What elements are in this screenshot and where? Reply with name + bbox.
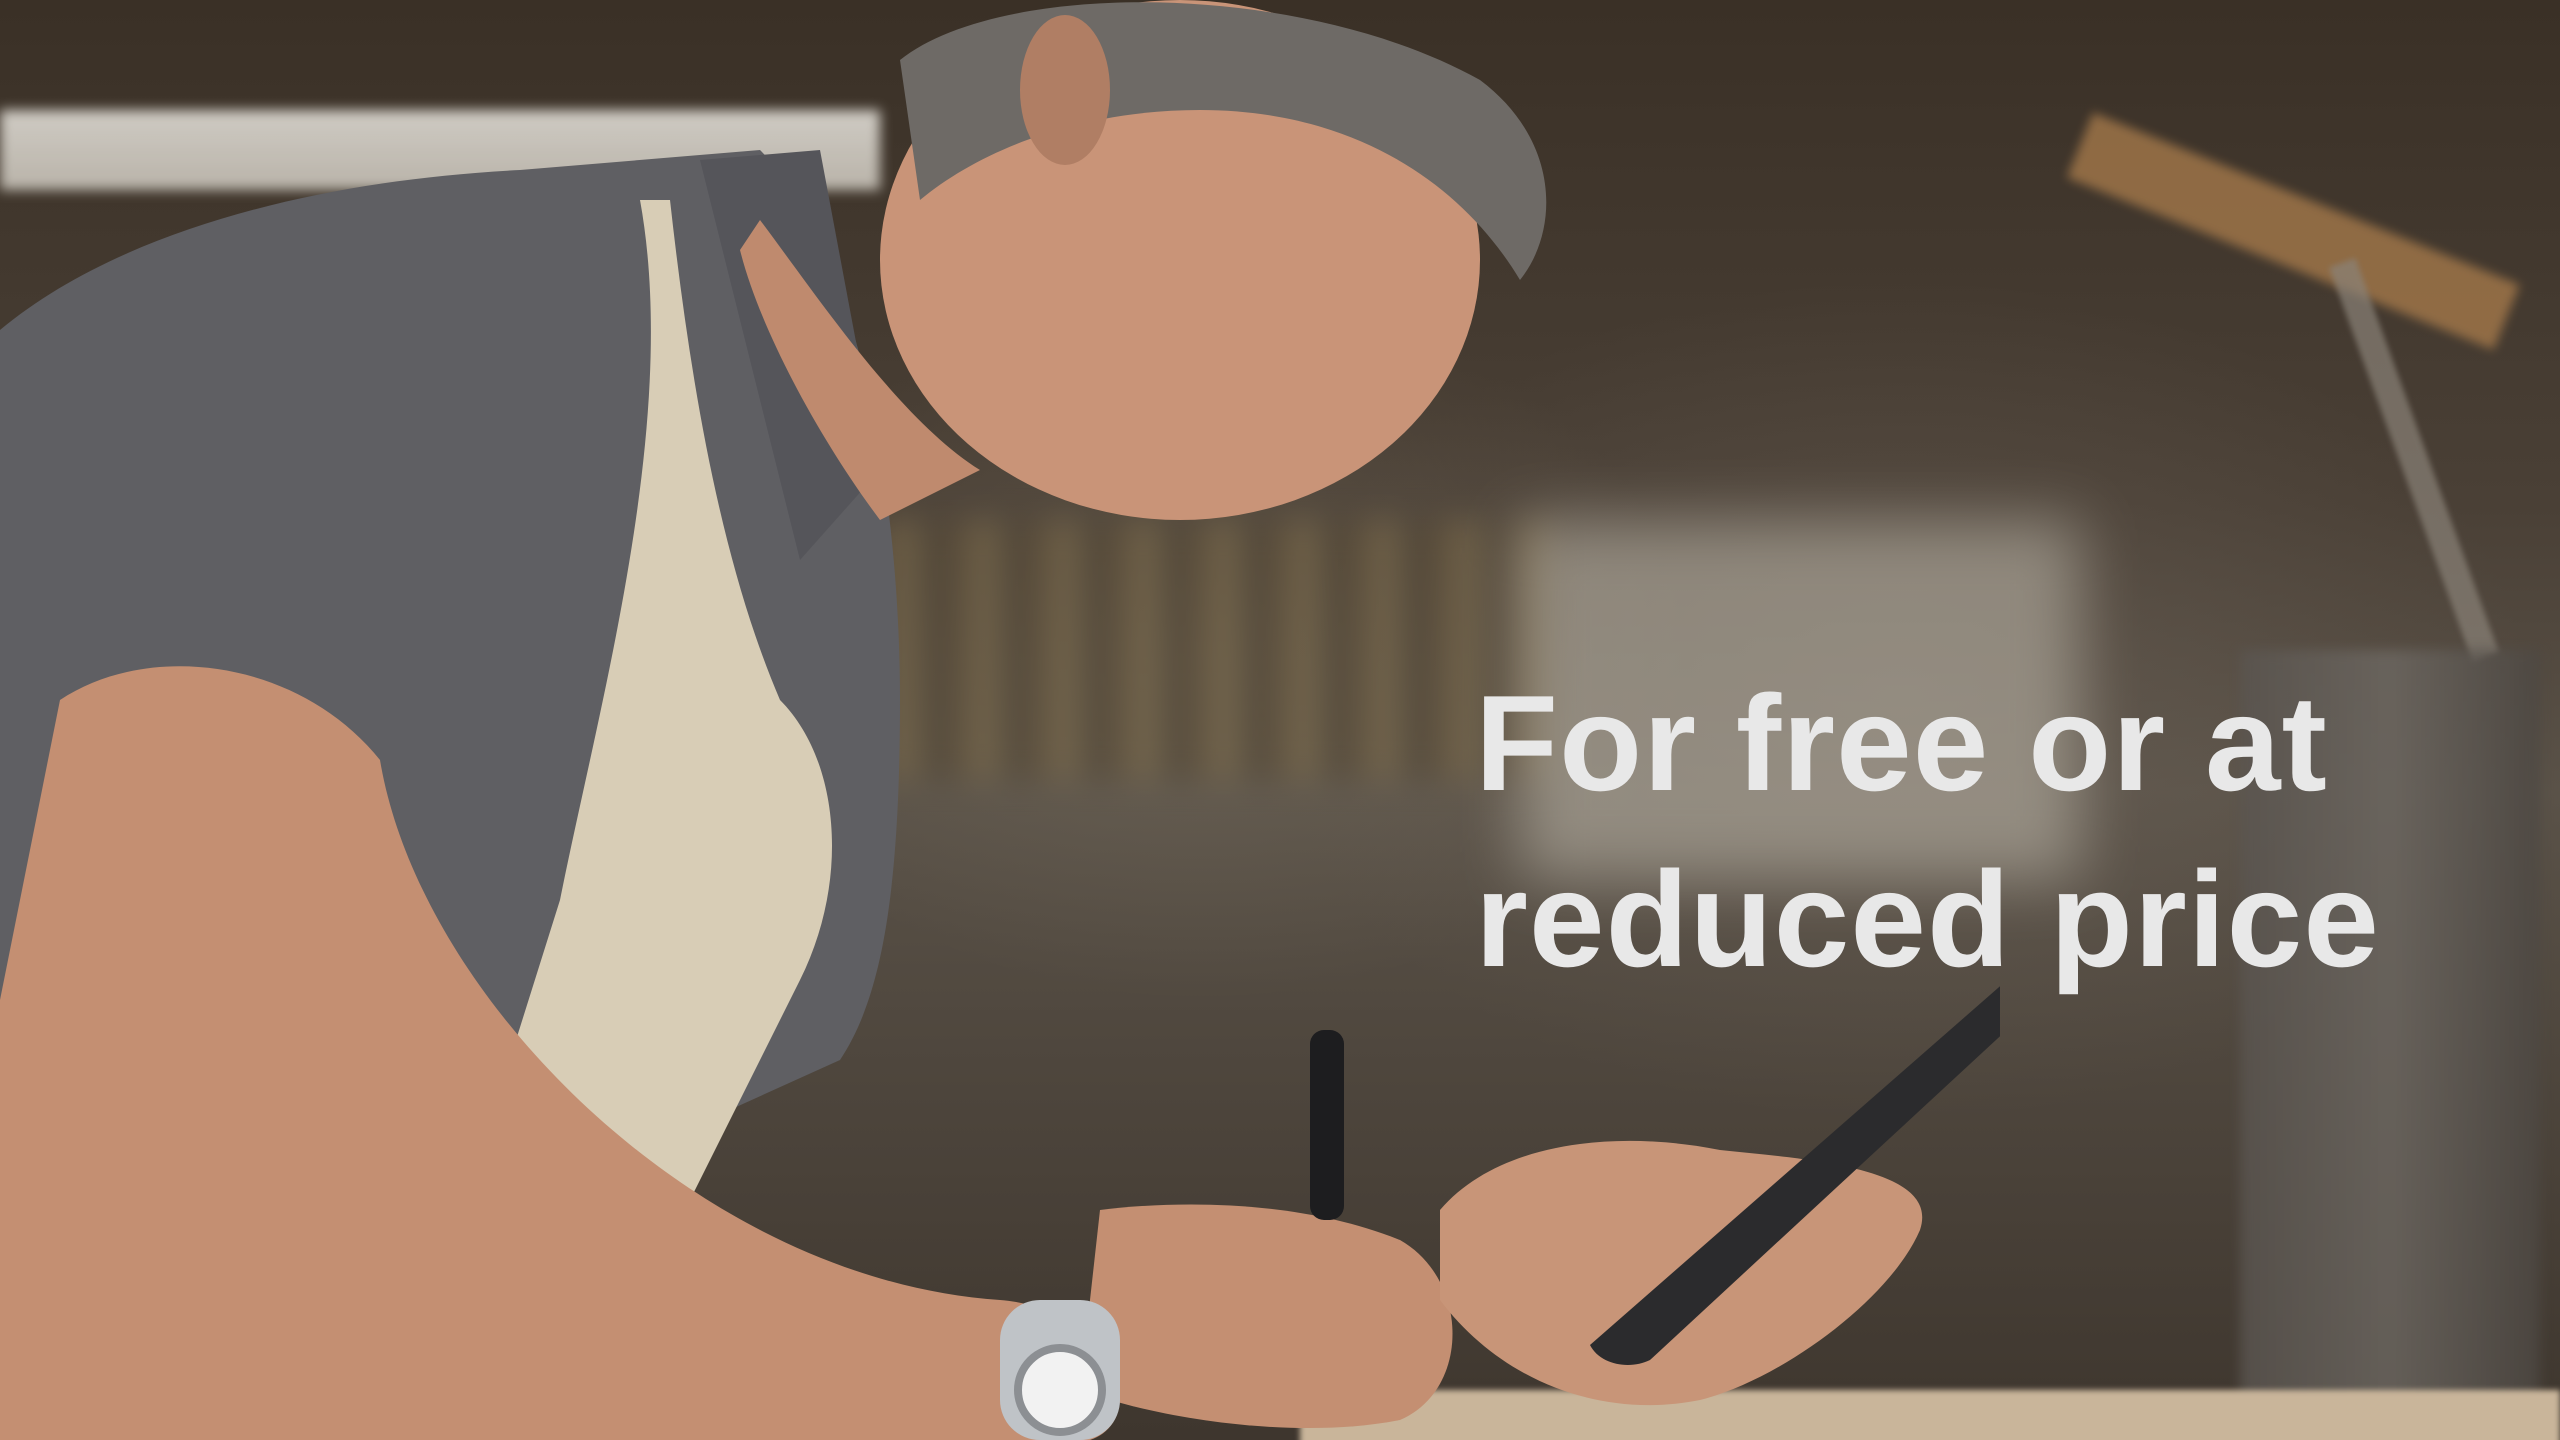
headline-line-2: reduced price xyxy=(1475,843,2380,995)
ear xyxy=(1020,15,1110,165)
writing-hand xyxy=(1080,1204,1453,1429)
pen xyxy=(1310,1030,1344,1220)
wood-beam xyxy=(2066,112,2520,350)
headline: For free or at reduced price xyxy=(1475,655,2515,1007)
hero-photo: For free or at reduced price xyxy=(0,0,2560,1440)
headline-line-1: For free or at xyxy=(1475,667,2328,819)
